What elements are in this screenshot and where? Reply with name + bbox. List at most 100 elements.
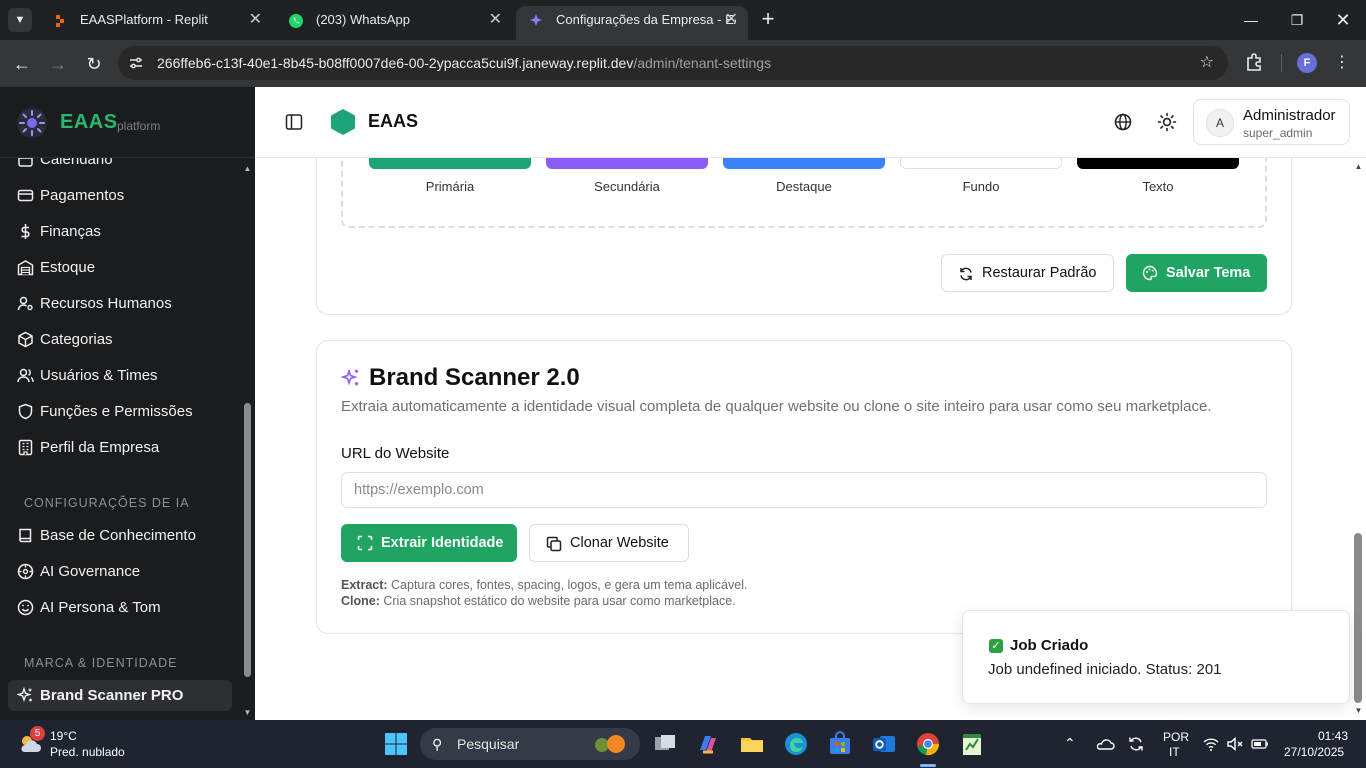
swatch-secondary[interactable] <box>546 158 708 169</box>
volume-muted-icon[interactable] <box>1226 735 1244 753</box>
clone-website-button[interactable]: Clonar Website <box>529 524 689 562</box>
tab-close-icon[interactable]: ✕ <box>489 6 502 34</box>
extract-identity-button[interactable]: Extrair Identidade <box>341 524 517 562</box>
sidebar-brand[interactable]: EAAS platform <box>0 87 255 158</box>
tab-configuracoes[interactable]: Configurações da Empresa - EA ✕ <box>516 6 748 40</box>
sidebar-scroll-down-icon[interactable]: ▼ <box>243 708 252 717</box>
sidebar-item-usuarios-times[interactable]: Usuários & Times <box>8 360 232 391</box>
extract-note: Extract: Captura cores, fontes, spacing,… <box>341 578 747 592</box>
save-theme-label: Salvar Tema <box>1166 265 1251 281</box>
swatch-label: Destaque <box>776 179 832 194</box>
back-arrow-icon[interactable]: ← <box>8 50 36 78</box>
save-theme-button[interactable]: Salvar Tema <box>1126 254 1267 292</box>
tab-eaas-replit[interactable]: EAASPlatform - Replit ✕ <box>40 6 272 40</box>
address-bar[interactable]: 266ffeb6-c13f-40e1-8b45-b08ff0007de6-00-… <box>118 46 1228 80</box>
windows-start-icon[interactable] <box>382 730 410 758</box>
sidebar-item-estoque[interactable]: Estoque <box>8 252 232 283</box>
weather-desc: Pred. nublado <box>50 745 125 759</box>
forward-arrow-icon[interactable]: → <box>44 50 72 78</box>
smile-icon <box>17 599 34 616</box>
tab-close-icon[interactable]: ✕ <box>725 6 738 34</box>
swatch-primary[interactable] <box>369 158 531 169</box>
section-ai-settings: CONFIGURAÇÕES DE IA <box>24 496 190 510</box>
chrome-menu-icon[interactable]: ⋮ <box>1332 50 1352 76</box>
clone-note-text: Cria snapshot estático do website para u… <box>379 594 736 608</box>
page-scrollbar[interactable]: ▲ ▼ <box>1351 158 1366 720</box>
tab-search-button[interactable]: ▼ <box>8 8 32 32</box>
credit-card-icon <box>17 189 34 202</box>
swatch-background[interactable] <box>900 158 1062 169</box>
palette-icon <box>1142 265 1158 281</box>
sidebar-item-financas[interactable]: Finanças <box>8 216 232 247</box>
copilot-icon[interactable] <box>694 730 722 758</box>
site-settings-icon[interactable] <box>128 55 144 71</box>
bookmark-star-icon[interactable]: ☆ <box>1200 46 1214 80</box>
sidebar-item-ai-persona[interactable]: AI Persona & Tom <box>8 592 232 623</box>
browser-toolbar: ← → ↻ 266ffeb6-c13f-40e1-8b45-b08ff0007d… <box>0 40 1366 87</box>
page-scroll-down-icon[interactable]: ▼ <box>1354 706 1363 715</box>
sun-icon[interactable] <box>1157 112 1177 132</box>
clock-date[interactable]: 27/10/2025 <box>1284 745 1344 759</box>
sidebar-item-pagamentos[interactable]: Pagamentos <box>8 180 232 211</box>
language-line-1[interactable]: POR <box>1163 730 1189 744</box>
edge-icon[interactable] <box>782 730 810 758</box>
copy-icon <box>546 536 562 552</box>
sidebar-item-calendario[interactable]: Calendário <box>8 158 232 175</box>
swatch-accent[interactable] <box>723 158 885 169</box>
sidebar-item-categorias[interactable]: Categorias <box>8 324 232 355</box>
profile-avatar[interactable]: F <box>1297 53 1317 73</box>
language-line-2[interactable]: IT <box>1169 745 1180 759</box>
globe-icon[interactable] <box>1113 112 1133 132</box>
close-window-icon[interactable]: ✕ <box>1320 0 1366 40</box>
sidebar-item-recursos-humanos[interactable]: Recursos Humanos <box>8 288 232 319</box>
tab-close-icon[interactable]: ✕ <box>249 6 262 34</box>
sidebar-item-funcoes-permissoes[interactable]: Funções e Permissões <box>8 396 232 427</box>
sidebar-item-label: Recursos Humanos <box>40 295 172 312</box>
new-tab-button[interactable]: + <box>756 8 780 32</box>
sidebar-toggle-icon[interactable] <box>285 113 303 131</box>
page-scroll-up-icon[interactable]: ▲ <box>1354 162 1363 171</box>
toast-notification[interactable]: ✓ Job Criado Job undefined iniciado. Sta… <box>962 610 1350 704</box>
sidebar-item-label: Pagamentos <box>40 187 125 204</box>
extensions-icon[interactable] <box>1244 52 1264 72</box>
dollar-icon <box>21 224 30 239</box>
outlook-icon[interactable] <box>870 730 898 758</box>
sync-icon[interactable] <box>1127 735 1145 753</box>
sidebar-item-base-conhecimento[interactable]: Base de Conhecimento <box>8 520 232 551</box>
sidebar-item-ai-governance[interactable]: AI Governance <box>8 556 232 587</box>
task-view-icon[interactable] <box>651 730 679 758</box>
refresh-icon <box>960 267 972 281</box>
active-app-indicator <box>920 764 936 767</box>
file-explorer-icon[interactable] <box>738 730 766 758</box>
sidebar-item-label: Base de Conhecimento <box>40 527 196 544</box>
swatch-text[interactable] <box>1077 158 1239 169</box>
reload-icon[interactable]: ↻ <box>80 50 108 78</box>
extract-note-key: Extract: <box>341 578 388 592</box>
clock-time[interactable]: 01:43 <box>1318 729 1348 743</box>
restore-default-label: Restaurar Padrão <box>982 265 1097 281</box>
store-icon[interactable] <box>826 730 854 758</box>
minimize-icon[interactable]: — <box>1228 0 1274 40</box>
wifi-icon[interactable] <box>1202 735 1220 753</box>
onedrive-icon[interactable] <box>1095 735 1115 753</box>
restore-window-icon[interactable]: ❐ <box>1274 0 1320 40</box>
sidebar-scroll-thumb[interactable] <box>244 403 251 677</box>
restore-default-button[interactable]: Restaurar Padrão <box>941 254 1114 292</box>
chrome-icon[interactable] <box>914 730 942 758</box>
tray-expand-icon[interactable]: ⌃ <box>1064 735 1076 752</box>
website-url-input[interactable] <box>341 472 1267 508</box>
book-icon <box>19 528 32 543</box>
battery-icon[interactable] <box>1251 736 1269 752</box>
spreadsheet-app-icon[interactable] <box>958 730 986 758</box>
sidebar-scroll-up-icon[interactable]: ▲ <box>243 164 252 173</box>
sidebar-item-label: Perfil da Empresa <box>40 439 160 456</box>
sidebar-item-perfil-empresa[interactable]: Perfil da Empresa <box>8 432 232 463</box>
page-scroll-thumb[interactable] <box>1354 533 1362 703</box>
tab-whatsapp[interactable]: (203) WhatsApp ✕ <box>276 6 512 40</box>
user-menu[interactable]: A Administrador super_admin <box>1193 99 1350 145</box>
compass-icon <box>17 563 34 580</box>
extract-note-text: Captura cores, fontes, spacing, logos, e… <box>387 578 748 592</box>
swatch-label: Texto <box>1142 179 1174 194</box>
sidebar-item-brand-scanner[interactable]: Brand Scanner PRO <box>8 680 232 711</box>
taskbar-search[interactable]: ⚲ Pesquisar <box>420 728 640 760</box>
